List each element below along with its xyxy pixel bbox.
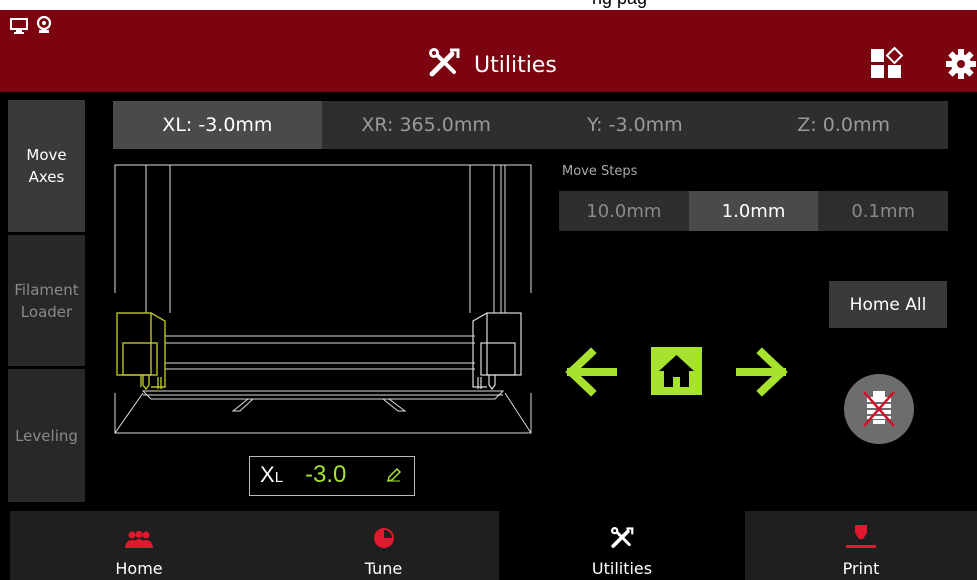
gear-icon[interactable]: [945, 48, 977, 84]
tools-icon: [610, 527, 634, 553]
sidebar-item-label: Leveling: [15, 426, 78, 445]
axis-label: XL: [260, 462, 284, 487]
tab-axis-z[interactable]: Z: 0.0mm: [739, 101, 948, 149]
step-option-10mm[interactable]: 10.0mm: [559, 191, 689, 231]
sidebar-item-filament-loader[interactable]: Filament Loader: [8, 235, 85, 366]
nav-home[interactable]: Home: [10, 511, 268, 580]
sidebar: Move Axes Filament Loader Leveling: [0, 100, 85, 502]
tools-icon: [428, 48, 460, 82]
webcam-icon[interactable]: [36, 15, 52, 38]
bottom-nav: Home Tune Utilities Print: [0, 511, 977, 580]
tab-axis-xr[interactable]: XR: 365.0mm: [322, 101, 531, 149]
home-icon[interactable]: [651, 347, 702, 399]
xl-position-field[interactable]: XL -3.0: [249, 456, 415, 496]
nav-home-label: Home: [115, 559, 163, 578]
right-extruder: [472, 312, 522, 390]
nav-print[interactable]: Print: [745, 511, 977, 580]
move-steps-selector: 10.0mm 1.0mm 0.1mm: [559, 191, 948, 231]
print-icon: [846, 525, 876, 553]
pie-chart-icon: [373, 527, 395, 553]
nav-utilities[interactable]: Utilities: [499, 511, 745, 580]
arrow-left-icon[interactable]: [565, 347, 617, 401]
nav-tune-label: Tune: [364, 559, 403, 578]
home-all-button[interactable]: Home All: [829, 281, 947, 328]
pencil-icon[interactable]: [386, 467, 402, 487]
nav-utilities-label: Utilities: [591, 559, 653, 578]
left-extruder: [116, 312, 166, 391]
page-title-text: Utilities: [474, 52, 557, 78]
nav-tune[interactable]: Tune: [268, 511, 499, 580]
top-strip: ng pag: [0, 0, 977, 10]
header-bar: Utilities: [0, 10, 977, 92]
move-steps-label: Move Steps: [562, 164, 638, 179]
page-title: Utilities: [428, 48, 557, 82]
printer-diagram: [114, 164, 532, 434]
dashboard-icon[interactable]: [871, 46, 904, 83]
tab-axis-y[interactable]: Y: -3.0mm: [531, 101, 740, 149]
step-option-0-1mm[interactable]: 0.1mm: [818, 191, 948, 231]
top-strip-text: ng pag: [592, 0, 647, 9]
arrow-right-icon[interactable]: [736, 347, 788, 401]
axis-position-tabs: XL: -3.0mm XR: 365.0mm Y: -3.0mm Z: 0.0m…: [113, 101, 948, 149]
disable-motors-icon: [863, 391, 895, 427]
sidebar-item-move-axes[interactable]: Move Axes: [8, 100, 85, 232]
sidebar-item-leveling[interactable]: Leveling: [8, 369, 85, 502]
sidebar-item-label: Filament Loader: [14, 280, 79, 321]
users-icon: [124, 531, 154, 553]
axis-value: -3.0: [305, 461, 347, 488]
monitor-icon[interactable]: [10, 18, 28, 38]
step-option-1mm[interactable]: 1.0mm: [688, 191, 819, 231]
nav-print-label: Print: [842, 559, 880, 578]
tab-axis-xl[interactable]: XL: -3.0mm: [113, 101, 322, 149]
sidebar-item-label: Move Axes: [26, 146, 67, 186]
disable-motors-button[interactable]: [844, 374, 914, 444]
